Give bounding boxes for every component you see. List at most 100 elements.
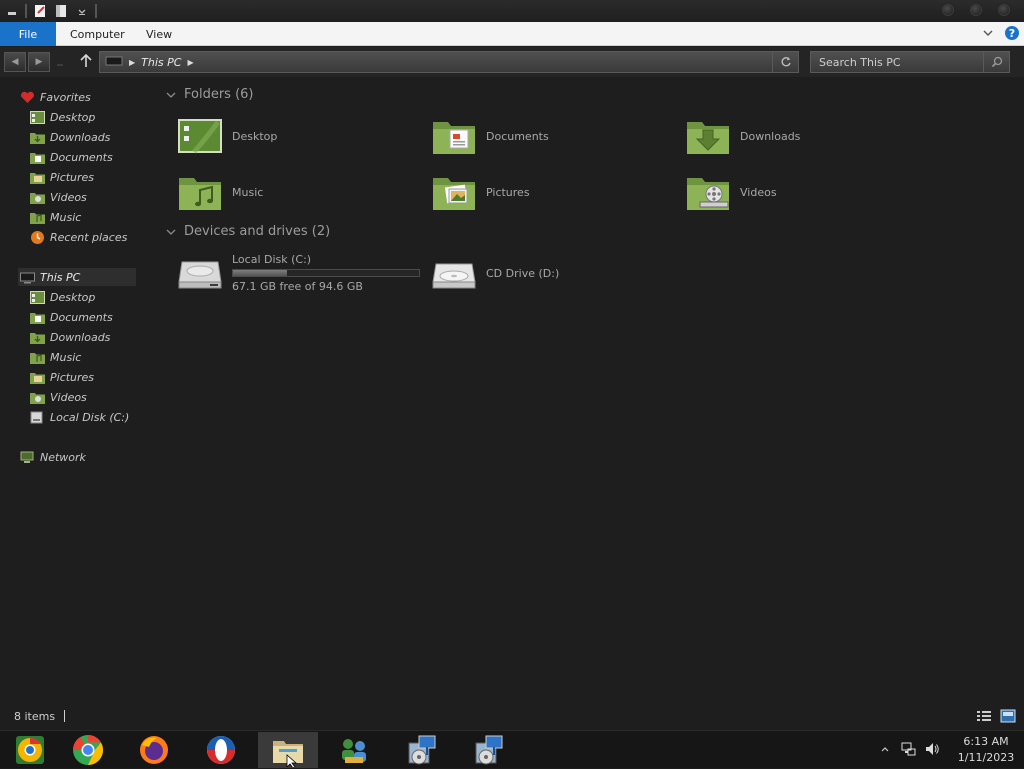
properties-icon[interactable]	[32, 3, 48, 19]
navigation-pane: Favorites Desktop Downloads Documents Pi…	[0, 80, 150, 700]
drive-label: CD Drive (D:)	[486, 266, 560, 280]
address-bar[interactable]: ▶ This PC ▶	[99, 51, 799, 73]
nav-this-pc-desktop[interactable]: Desktop	[30, 288, 95, 306]
taskbar-app-installer-2[interactable]	[459, 732, 519, 768]
nav-favorites-downloads[interactable]: Downloads	[30, 128, 110, 146]
system-menu-icon[interactable]	[4, 3, 20, 19]
desktop-icon	[30, 110, 45, 124]
drive-usage-bar	[232, 269, 420, 277]
heart-icon	[20, 91, 35, 104]
tab-computer[interactable]: Computer	[70, 28, 125, 41]
documents-folder-icon	[30, 151, 45, 164]
nav-label: Downloads	[50, 130, 111, 144]
videos-folder-icon	[687, 178, 729, 210]
downloads-folder-icon	[687, 122, 729, 154]
this-pc-icon	[20, 271, 35, 284]
nav-this-pc-documents[interactable]: Documents	[30, 308, 113, 326]
details-view-icon[interactable]	[976, 709, 992, 726]
customize-dropdown-icon[interactable]	[74, 3, 90, 19]
nav-this-pc-videos[interactable]: Videos	[30, 388, 87, 406]
taskbar-app-chrome-canary[interactable]	[0, 732, 60, 768]
computer-icon	[105, 55, 123, 70]
folder-downloads[interactable]: Downloads	[686, 114, 800, 158]
nav-favorites-desktop[interactable]: Desktop	[30, 108, 95, 126]
folder-documents[interactable]: Documents	[432, 114, 549, 158]
nav-network[interactable]: Network	[20, 448, 86, 466]
cd-drive-icon	[432, 263, 476, 289]
nav-favorites-videos[interactable]: Videos	[30, 188, 87, 206]
nav-this-pc[interactable]: This PC	[18, 268, 136, 286]
tab-view[interactable]: View	[146, 28, 172, 41]
folder-music[interactable]: Music	[178, 170, 263, 214]
ribbon-tabs: File Computer View ?	[0, 22, 1024, 46]
drive-cd-d[interactable]: CD Drive (D:)	[432, 252, 559, 294]
forward-button[interactable]: ▶	[28, 52, 50, 72]
minimize-button[interactable]	[942, 4, 954, 16]
folder-label: Music	[232, 185, 264, 199]
drive-free-space: 67.1 GB free of 94.6 GB	[232, 280, 363, 293]
nav-label: Favorites	[40, 90, 91, 104]
folder-desktop[interactable]: Desktop	[178, 114, 277, 158]
nav-this-pc-local-disk[interactable]: Local Disk (C:)	[30, 408, 129, 426]
tab-file[interactable]: File	[0, 22, 56, 46]
nav-label: Documents	[50, 310, 113, 324]
large-icons-view-icon[interactable]	[1000, 709, 1016, 726]
folder-videos[interactable]: Videos	[686, 170, 777, 214]
folder-label: Downloads	[740, 129, 801, 143]
breadcrumb-separator-icon[interactable]: ▶	[129, 58, 135, 67]
network-status-icon[interactable]	[900, 741, 916, 760]
folder-label: Desktop	[232, 129, 278, 143]
taskbar-app-file-explorer[interactable]	[258, 732, 318, 768]
group-title: Devices and drives (2)	[184, 224, 331, 239]
nav-label: Videos	[50, 190, 87, 204]
opera-icon	[207, 736, 235, 764]
nav-this-pc-music[interactable]: Music	[30, 348, 81, 366]
file-explorer-icon	[273, 741, 303, 767]
show-hidden-icons-icon[interactable]	[880, 744, 890, 757]
drive-details: Local Disk (C:) 67.1 GB free of 94.6 GB	[232, 253, 420, 293]
drive-local-disk-c[interactable]: Local Disk (C:) 67.1 GB free of 94.6 GB	[178, 252, 420, 294]
help-icon[interactable]: ?	[1004, 25, 1020, 44]
devices-group-header[interactable]: Devices and drives (2)	[166, 224, 330, 239]
network-icon	[20, 451, 35, 464]
nav-favorites-recent-places[interactable]: Recent places	[30, 228, 127, 246]
videos-folder-icon	[30, 191, 45, 204]
breadcrumb-this-pc[interactable]: This PC	[141, 56, 181, 69]
breadcrumb-chevron-icon[interactable]: ▶	[187, 58, 193, 67]
new-folder-icon[interactable]	[53, 3, 69, 19]
taskbar-app-firefox[interactable]	[124, 732, 184, 768]
back-button[interactable]: ◀	[4, 52, 26, 72]
chrome-icon	[73, 735, 104, 765]
nav-favorites-pictures[interactable]: Pictures	[30, 168, 94, 186]
nav-this-pc-downloads[interactable]: Downloads	[30, 328, 110, 346]
search-box[interactable]	[810, 51, 1010, 73]
downloads-folder-icon	[30, 131, 45, 144]
maximize-button[interactable]	[970, 4, 982, 16]
folder-pictures[interactable]: Pictures	[432, 170, 530, 214]
nav-favorites-music[interactable]: Music	[30, 208, 81, 226]
folder-label: Pictures	[486, 185, 530, 199]
search-input[interactable]	[811, 55, 981, 69]
close-button[interactable]	[998, 4, 1010, 16]
nav-favorites-documents[interactable]: Documents	[30, 148, 113, 166]
nav-label: Network	[40, 450, 86, 464]
clock-time: 6:13 AM	[963, 735, 1009, 748]
folders-group-header[interactable]: Folders (6)	[166, 87, 254, 102]
nav-label: Pictures	[50, 370, 95, 384]
volume-icon[interactable]	[924, 741, 940, 760]
taskbar-app-network-users[interactable]	[324, 732, 384, 768]
expand-ribbon-icon[interactable]	[982, 27, 994, 42]
clock[interactable]: 6:13 AM 1/11/2023	[948, 734, 1024, 766]
ribbon-controls: ?	[982, 25, 1020, 44]
taskbar-app-chrome[interactable]	[58, 732, 118, 768]
up-arrow-icon[interactable]	[79, 53, 93, 73]
nav-label: Downloads	[50, 330, 111, 344]
refresh-button[interactable]	[772, 52, 798, 72]
taskbar-app-installer-1[interactable]	[392, 732, 452, 768]
nav-this-pc-pictures[interactable]: Pictures	[30, 368, 94, 386]
taskbar-app-opera[interactable]	[191, 732, 251, 768]
desktop-folder-icon	[178, 119, 222, 154]
nav-favorites[interactable]: Favorites	[20, 88, 91, 106]
search-icon[interactable]	[983, 52, 1009, 72]
recent-locations-icon[interactable]	[55, 55, 65, 74]
